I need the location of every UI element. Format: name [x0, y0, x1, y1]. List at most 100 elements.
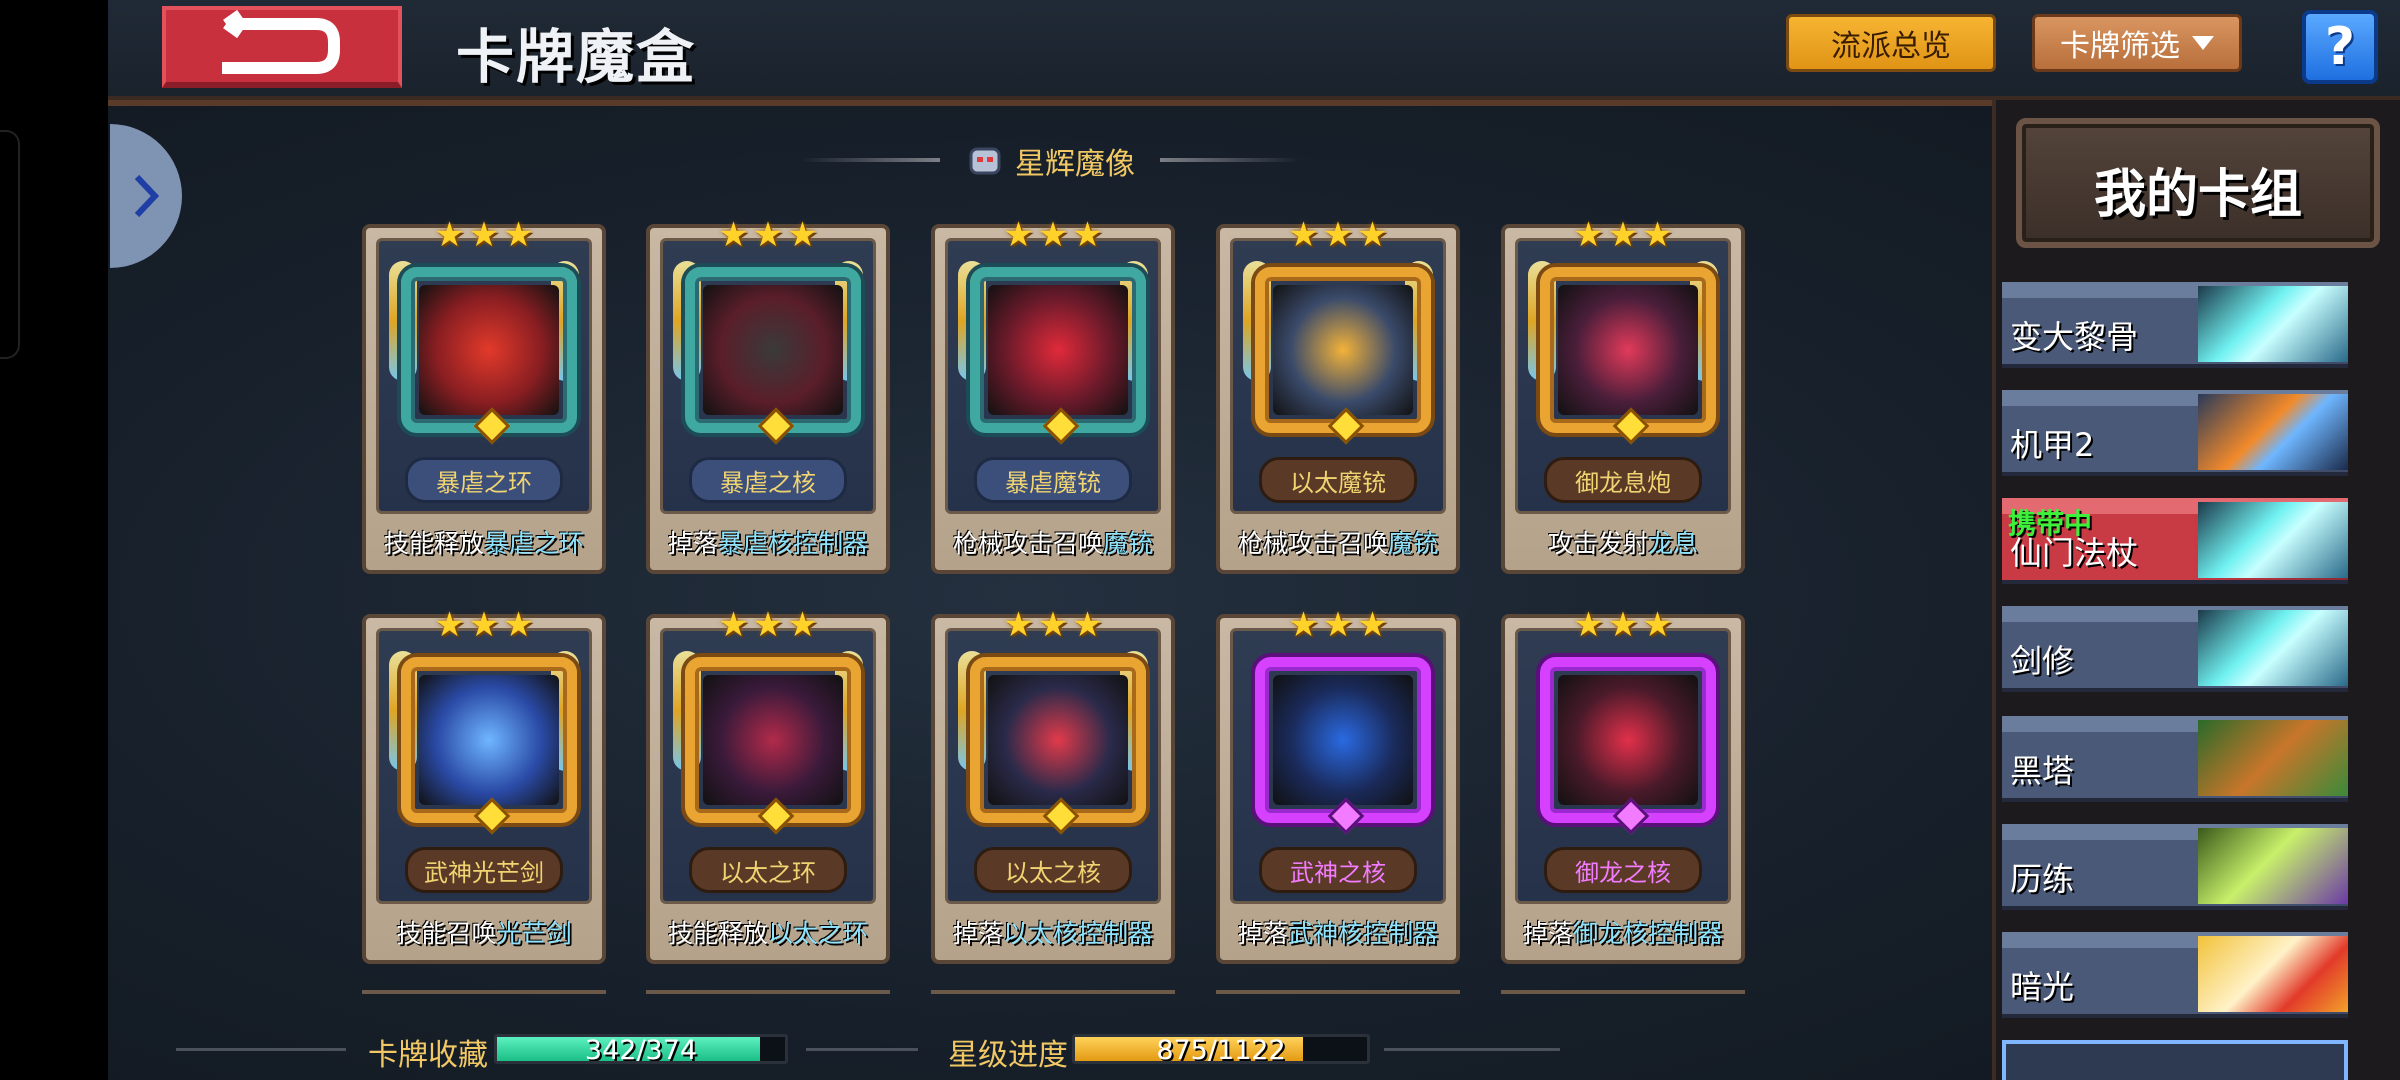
card-art-frame	[685, 267, 861, 445]
skull-icon	[2198, 828, 2348, 904]
star-icon: ★	[752, 605, 784, 645]
category-title-text: 星辉魔像	[1015, 147, 1135, 182]
card-description: 技能召唤 光芒剑	[366, 910, 602, 954]
card-description-text: 技能释放	[383, 529, 484, 558]
card-9[interactable]: ★ ★ ★ 武神之核掉落 武神核控制器	[1216, 605, 1460, 964]
star-icon: ★	[1037, 605, 1069, 645]
star-icon: ★	[434, 605, 465, 645]
star-icon: ★	[1357, 605, 1388, 645]
star-rating: ★ ★ ★	[1233, 605, 1443, 645]
star-icon: ★	[468, 605, 500, 645]
deck-item[interactable]: 变大黎骨	[2002, 282, 2348, 368]
card-inner: ★ ★ ★ 以太魔铳	[1230, 215, 1446, 514]
card-description-text: 攻击发射	[1547, 529, 1648, 558]
card-name: 暴虐之环	[405, 457, 563, 503]
deck-item[interactable]: 历练	[2002, 824, 2348, 910]
card-inner: ★ ★ ★ 以太之环	[660, 605, 876, 904]
star-rating: ★ ★ ★	[1518, 605, 1728, 645]
card-inner: ★ ★ ★ 暴虐之环	[376, 215, 592, 514]
card-art-frame	[1540, 657, 1716, 835]
star-icon: ★	[1072, 605, 1103, 645]
card-6[interactable]: ★ ★ ★ 武神光芒剑技能召唤 光芒剑	[362, 605, 606, 964]
mech-icon	[2198, 394, 2348, 470]
category-divider-right	[1160, 158, 1300, 162]
card-description: 攻击发射 龙息	[1505, 520, 1741, 564]
card-art-icon	[988, 675, 1128, 805]
camera-cutout	[0, 130, 20, 359]
card-description-highlight: 魔铳	[1103, 529, 1154, 558]
card-row3-partial[interactable]	[1501, 990, 1745, 1008]
card-art-frame	[401, 657, 577, 835]
card-filter-button[interactable]: 卡牌筛选	[2032, 14, 2242, 72]
help-icon: ?	[2324, 17, 2356, 77]
sword-icon	[2198, 286, 2348, 362]
card-inner: ★ ★ ★ 暴虐魔铳	[945, 215, 1161, 514]
card-name: 御龙之核	[1544, 847, 1702, 893]
card-art-icon	[419, 675, 559, 805]
card-name: 以太之环	[689, 847, 847, 893]
star-icon: ★	[1573, 215, 1604, 255]
star-rating: ★ ★ ★	[1233, 215, 1443, 255]
card-7[interactable]: ★ ★ ★ 以太之环 技能释放 以太之环	[646, 605, 890, 964]
card-art-icon	[703, 675, 843, 805]
card-name: 以太之核	[974, 847, 1132, 893]
card-description: 技能释放 以太之环	[650, 910, 886, 954]
card-row3-partial[interactable]	[362, 990, 606, 1008]
star-rating: ★ ★ ★	[663, 605, 873, 645]
card-inner: ★ ★ ★ 御龙息炮	[1515, 215, 1731, 514]
deck-item-partial[interactable]	[2002, 1040, 2348, 1080]
collection-value: 342/374	[584, 1035, 698, 1064]
card-description-highlight: 魔铳	[1388, 529, 1439, 558]
my-deck-title: 我的卡组	[2093, 165, 2302, 225]
star-icon: ★	[1573, 605, 1604, 645]
deck-item[interactable]: 机甲2	[2002, 390, 2348, 476]
footer-divider	[1384, 1048, 1560, 1051]
card-art-frame	[970, 657, 1146, 835]
card-row3-partial[interactable]	[646, 990, 890, 1008]
category-divider-left	[800, 158, 940, 162]
star-icon: ★	[503, 215, 534, 255]
star-icon: ★	[718, 215, 749, 255]
back-arrow-icon	[222, 9, 340, 74]
star-icon: ★	[752, 215, 784, 255]
card-2[interactable]: ★ ★ ★ 暴虐之核 掉落 暴虐核控制器	[646, 215, 890, 574]
card-description-text: 掉落	[667, 529, 718, 558]
card-description-highlight: 暴虐核控制器	[718, 529, 869, 558]
card-inner: ★ ★ ★ 武神光芒剑	[376, 605, 592, 904]
star-progress-bar: 875/1122	[1072, 1034, 1370, 1064]
card-description-text: 技能释放	[667, 919, 768, 948]
card-10[interactable]: ★ ★ ★ 御龙之核 掉落 御龙核控制器	[1501, 605, 1745, 964]
back-button[interactable]	[162, 6, 402, 88]
star-icon: ★	[1322, 605, 1354, 645]
deck-item[interactable]: 剑修	[2002, 606, 2348, 692]
star-icon: ★	[1357, 215, 1388, 255]
star-icon: ★	[1072, 215, 1103, 255]
deck-item[interactable]: 暗光	[2002, 932, 2348, 1018]
faction-overview-button[interactable]: 流派总览	[1786, 14, 1996, 72]
card-description: 掉落 以太核控制器	[935, 910, 1171, 954]
card-description-text: 枪械攻击召唤	[952, 529, 1103, 558]
bird-icon	[2198, 936, 2348, 1012]
deck-item[interactable]: 携带中 仙门法杖	[2002, 498, 2348, 584]
collection-progress-bar: 342/374	[494, 1034, 788, 1064]
card-8[interactable]: ★ ★ ★ 以太之核 掉落 以太核控制器	[931, 605, 1175, 964]
card-description: 掉落 武神核控制器	[1220, 910, 1456, 954]
card-description: 掉落 暴虐核控制器	[650, 520, 886, 564]
card-name: 御龙息炮	[1544, 457, 1702, 503]
card-art-frame	[1255, 267, 1431, 445]
card-row3-partial[interactable]	[931, 990, 1175, 1008]
my-deck-header: 我的卡组	[2016, 118, 2380, 248]
deck-item[interactable]: 黑塔	[2002, 716, 2348, 802]
help-button[interactable]: ?	[2302, 10, 2378, 84]
card-1[interactable]: ★ ★ ★ 暴虐之环 技能释放 暴虐之环	[362, 215, 606, 574]
card-5[interactable]: ★ ★ ★ 御龙息炮 攻击发射 龙息	[1501, 215, 1745, 574]
dropdown-triangle-icon	[2192, 36, 2214, 50]
card-description-highlight: 以太之环	[768, 919, 869, 948]
card-row3-partial[interactable]	[1216, 990, 1460, 1008]
card-4[interactable]: ★ ★ ★ 以太魔铳 枪械攻击召唤 魔铳	[1216, 215, 1460, 574]
card-name: 武神之核	[1259, 847, 1417, 893]
card-3[interactable]: ★ ★ ★ 暴虐魔铳枪械攻击召唤 魔铳	[931, 215, 1175, 574]
star-icon: ★	[787, 605, 818, 645]
card-description: 技能释放 暴虐之环	[366, 520, 602, 564]
deck-item-name: 机甲2	[2010, 426, 2095, 464]
